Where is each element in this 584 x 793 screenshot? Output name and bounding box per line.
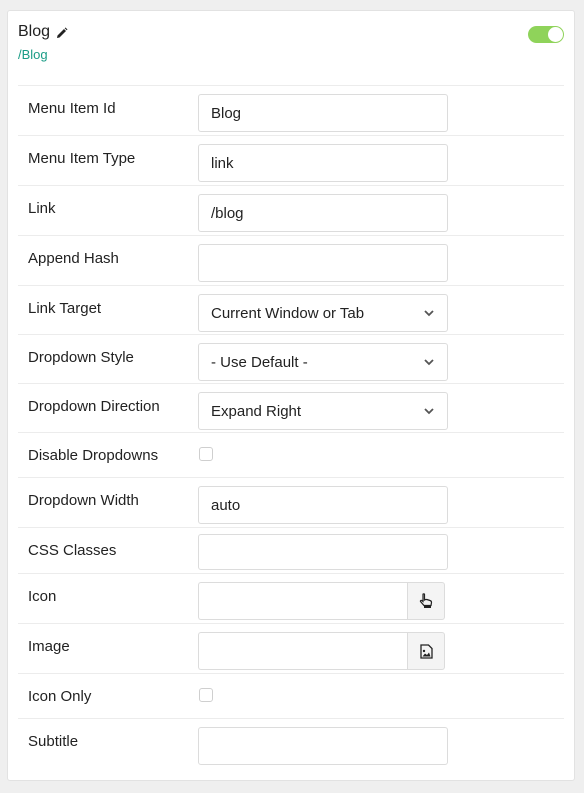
row-menu-item-id: Menu Item Id xyxy=(18,86,564,136)
select-value: - Use Default - xyxy=(211,353,308,371)
menu-item-id-input[interactable] xyxy=(198,94,448,132)
chevron-down-icon xyxy=(424,408,434,415)
field-label: Dropdown Direction xyxy=(28,398,160,415)
link-target-select[interactable]: Current Window or Tab xyxy=(198,294,448,332)
image-picker xyxy=(198,632,445,670)
field-label: Link xyxy=(28,200,56,217)
field-label: Link Target xyxy=(28,300,102,317)
row-link: Link xyxy=(18,186,564,236)
select-value: Current Window or Tab xyxy=(211,304,365,322)
icon-input[interactable] xyxy=(198,582,407,620)
row-disable-dropdowns: Disable Dropdowns xyxy=(18,433,564,478)
row-link-target: Link Target Current Window or Tab xyxy=(18,286,564,335)
card-header: Blog /Blog xyxy=(18,23,564,86)
row-append-hash: Append Hash xyxy=(18,236,564,286)
subtitle-input[interactable] xyxy=(198,727,448,765)
pencil-icon[interactable] xyxy=(56,26,68,38)
image-file-icon xyxy=(419,643,433,659)
field-label: Dropdown Style xyxy=(28,349,134,366)
row-image: Image xyxy=(18,624,564,674)
dropdown-width-input[interactable] xyxy=(198,486,448,524)
chevron-down-icon xyxy=(424,310,434,317)
field-label: Image xyxy=(28,638,70,655)
row-icon-only: Icon Only xyxy=(18,674,564,719)
dropdown-direction-select[interactable]: Expand Right xyxy=(198,392,448,430)
field-label: Icon xyxy=(28,588,57,605)
icon-picker xyxy=(198,582,445,620)
field-label: Menu Item Id xyxy=(28,100,116,117)
image-picker-button[interactable] xyxy=(407,632,445,670)
field-label: Disable Dropdowns xyxy=(28,447,159,464)
menu-item-title: Blog xyxy=(18,23,51,40)
row-icon: Icon xyxy=(18,574,564,624)
row-dropdown-width: Dropdown Width xyxy=(18,478,564,528)
field-label: Icon Only xyxy=(28,688,92,705)
image-input[interactable] xyxy=(198,632,407,670)
row-dropdown-style: Dropdown Style - Use Default - xyxy=(18,335,564,384)
disable-dropdowns-checkbox[interactable] xyxy=(199,447,213,461)
append-hash-input[interactable] xyxy=(198,244,448,282)
icon-only-checkbox[interactable] xyxy=(199,688,213,702)
menu-item-card: Blog /Blog Menu Item Id Menu Item Type L… xyxy=(7,10,575,781)
row-subtitle: Subtitle xyxy=(18,719,564,769)
field-label: Dropdown Width xyxy=(28,492,139,509)
select-value: Expand Right xyxy=(211,402,302,420)
field-label: Subtitle xyxy=(28,733,79,750)
enabled-toggle[interactable] xyxy=(528,26,564,43)
dropdown-style-select[interactable]: - Use Default - xyxy=(198,343,448,381)
menu-item-path[interactable]: /Blog xyxy=(18,47,48,62)
row-dropdown-direction: Dropdown Direction Expand Right xyxy=(18,384,564,433)
hand-pointer-icon xyxy=(419,593,433,608)
css-classes-input[interactable] xyxy=(198,534,448,570)
icon-picker-button[interactable] xyxy=(407,582,445,620)
field-label: Append Hash xyxy=(28,250,119,267)
settings-form: Menu Item Id Menu Item Type Link Append … xyxy=(18,86,564,769)
link-input[interactable] xyxy=(198,194,448,232)
field-label: CSS Classes xyxy=(28,542,117,559)
row-css-classes: CSS Classes xyxy=(18,528,564,574)
chevron-down-icon xyxy=(424,359,434,366)
field-label: Menu Item Type xyxy=(28,150,136,167)
menu-item-type-input[interactable] xyxy=(198,144,448,182)
row-menu-item-type: Menu Item Type xyxy=(18,136,564,186)
